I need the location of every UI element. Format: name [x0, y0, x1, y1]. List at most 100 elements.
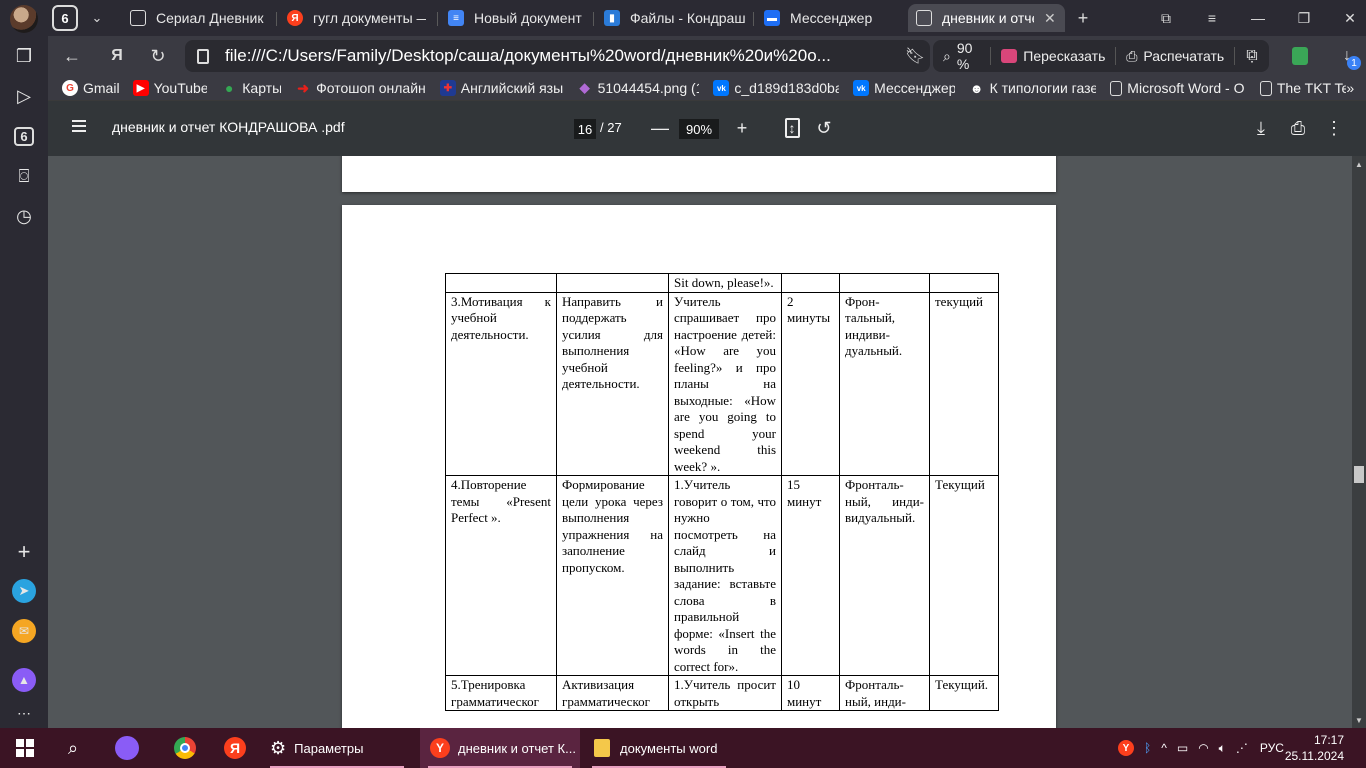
- network-icon[interactable]: ⋰: [1236, 741, 1248, 755]
- yandex-browser-icon[interactable]: Я: [220, 728, 250, 768]
- retell-button[interactable]: Пересказать: [991, 40, 1115, 72]
- add-panel-icon[interactable]: +: [8, 536, 40, 568]
- bookmark-photoshop[interactable]: ➜ Фотошоп онлайн: [295, 80, 426, 96]
- extension-icon[interactable]: [1286, 42, 1314, 70]
- tab-serial[interactable]: Сериал Дневники: [122, 4, 272, 32]
- yandex-logo-icon[interactable]: Я: [103, 42, 131, 70]
- google-docs-icon: ≡: [448, 10, 464, 26]
- clock[interactable]: 17:17 25.11.2024: [1285, 732, 1344, 764]
- more-icon[interactable]: ⋯: [8, 697, 40, 729]
- page-actions: ⌕ 90 % Пересказать ⎙ Распечатать ⋮: [933, 40, 1269, 72]
- close-tab-icon[interactable]: ✕: [1044, 10, 1056, 27]
- zoom-indicator[interactable]: ⌕ 90 %: [933, 40, 990, 72]
- bookmark-newspapers[interactable]: ☻ К типологии газет: [969, 80, 1097, 96]
- address-bar[interactable]: file:///C:/Users/Family/Desktop/саша/док…: [185, 40, 930, 72]
- menu-icon[interactable]: ≡: [1189, 0, 1235, 36]
- vertical-scrollbar[interactable]: ▲ ▼: [1352, 156, 1366, 728]
- alice-icon[interactable]: ▲: [8, 664, 40, 696]
- fit-page-icon[interactable]: ↕: [779, 115, 805, 141]
- bookmark-vk-file[interactable]: vk c_d189d183d0bad: [713, 80, 839, 96]
- rotate-icon[interactable]: ↺: [811, 115, 837, 141]
- downloads-icon[interactable]: ↓ 1: [1333, 42, 1361, 70]
- bookmark-icon[interactable]: 🔖︎: [900, 46, 930, 66]
- telegram-icon[interactable]: ➤: [8, 575, 40, 607]
- chrome-icon[interactable]: [170, 728, 200, 768]
- bookmark-youtube[interactable]: ▶ YouTube: [132, 80, 207, 96]
- tab-files[interactable]: ▮ Файлы - Кондраш: [596, 4, 756, 32]
- back-arrow-icon[interactable]: ←: [58, 42, 86, 70]
- bookmark-gmail[interactable]: G Gmail: [62, 80, 119, 96]
- mail-icon[interactable]: ✉: [8, 615, 40, 647]
- table-cell: Учитель спрашивает про настроение детей:…: [668, 291, 782, 476]
- tab-new-document[interactable]: ≡ Новый документ -: [440, 4, 590, 32]
- profile-avatar[interactable]: [10, 5, 38, 33]
- table-row: 5.Тренировка грамматическог Активизация …: [445, 675, 999, 711]
- new-tab-icon[interactable]: +: [1070, 5, 1096, 31]
- reload-icon[interactable]: ↻: [144, 42, 172, 70]
- tabs-overview-icon[interactable]: ⧉: [1143, 0, 1189, 36]
- printer-icon: ⎙: [1126, 47, 1138, 64]
- image-icon: ◆: [579, 80, 590, 95]
- bookmark-vk-messenger[interactable]: vk Мессенджер: [853, 80, 955, 96]
- bookmark-word[interactable]: Microsoft Word - О: [1110, 80, 1246, 96]
- restore-icon[interactable]: ❐: [1281, 0, 1327, 36]
- bookmark-maps[interactable]: ● Карты: [221, 80, 281, 96]
- history-icon[interactable]: ◷: [8, 200, 40, 232]
- language-indicator[interactable]: РУС: [1260, 741, 1284, 755]
- book-icon: ▮: [604, 10, 620, 26]
- start-button[interactable]: [10, 728, 40, 768]
- bookmark-png[interactable]: ◆51044454.png (130: [577, 80, 700, 96]
- zoom-input[interactable]: 90%: [679, 119, 719, 139]
- tab-count-icon[interactable]: 6: [8, 120, 40, 152]
- table-cell: 4.Повторение темы «Present Perfect ».: [445, 475, 557, 676]
- screenshot-icon[interactable]: ⌼: [8, 160, 40, 192]
- scroll-thumb[interactable]: [1354, 466, 1364, 483]
- close-window-icon[interactable]: ✕: [1327, 0, 1366, 36]
- minimize-icon[interactable]: —: [1235, 0, 1281, 36]
- bookmark-english[interactable]: ✚ Английский язык: [439, 80, 563, 96]
- address-bar-row: ← Я ↻ file:///C:/Users/Family/Desktop/са…: [48, 36, 1366, 76]
- tab-diary-report[interactable]: дневник и отчет ✕: [908, 4, 1065, 32]
- collections-bookmark-icon[interactable]: ⧉: [1238, 42, 1266, 70]
- table-cell: 5.Тренировка грамматическог: [445, 675, 557, 711]
- table-row: 3.Мотивация к учебной деятельности. Напр…: [445, 291, 999, 476]
- taskbar-explorer[interactable]: документы word: [584, 728, 734, 768]
- bluetooth-icon[interactable]: ᛒ: [1144, 741, 1151, 755]
- zoom-in-icon[interactable]: +: [729, 115, 755, 141]
- play-icon[interactable]: ▷: [8, 80, 40, 112]
- download-icon[interactable]: ⤓: [1248, 115, 1274, 141]
- document-icon: [1259, 80, 1272, 96]
- document-icon: [1110, 80, 1123, 96]
- page-number-input[interactable]: 16: [574, 119, 596, 139]
- bookmark-tkt[interactable]: The TKT Tea: [1259, 80, 1346, 96]
- alice-taskbar-icon[interactable]: [112, 728, 142, 768]
- hamburger-menu-icon[interactable]: [72, 120, 86, 134]
- tab-google-docs-search[interactable]: Я гугл документы —: [279, 4, 434, 32]
- tab-bar: 6 ⌄ Сериал Дневники Я гугл документы — ≡…: [48, 0, 1366, 36]
- taskbar-yandex-pdf[interactable]: Y дневник и отчет К...: [420, 728, 580, 768]
- url-text[interactable]: file:///C:/Users/Family/Desktop/саша/док…: [225, 46, 900, 66]
- gmail-icon: G: [62, 80, 78, 96]
- tab-list-chevron-icon[interactable]: ⌄: [84, 5, 110, 31]
- print-icon[interactable]: ⎙: [1285, 115, 1311, 141]
- scroll-down-arrow-icon[interactable]: ▼: [1355, 716, 1363, 725]
- scroll-up-arrow-icon[interactable]: ▲: [1355, 160, 1363, 169]
- collections-icon[interactable]: ❐: [8, 40, 40, 72]
- wifi-icon[interactable]: ◠: [1198, 741, 1208, 755]
- page-total: / 27: [600, 120, 622, 135]
- search-icon[interactable]: ⌕: [58, 728, 88, 768]
- taskbar-settings[interactable]: ⚙ Параметры: [262, 728, 412, 768]
- tab-messenger[interactable]: ▬ Мессенджер: [756, 4, 906, 32]
- print-button[interactable]: ⎙ Распечатать: [1116, 40, 1234, 72]
- more-options-icon[interactable]: ⋮: [1321, 115, 1347, 141]
- yandex-tray-icon[interactable]: Y: [1118, 740, 1134, 756]
- table-cell: 1.Учитель говорит о том, что нужно посмо…: [668, 475, 782, 676]
- table-row: Sit down, please!».: [445, 273, 999, 293]
- zoom-out-icon[interactable]: —: [647, 115, 673, 141]
- volume-icon[interactable]: 🔈︎: [1219, 741, 1226, 756]
- storage-icon[interactable]: ▭: [1177, 741, 1188, 755]
- pdf-viewer[interactable]: Sit down, please!». 3.Мотивация к учебно…: [48, 156, 1366, 728]
- more-bookmarks-icon[interactable]: »: [1346, 80, 1354, 96]
- tab-count[interactable]: 6: [52, 5, 78, 31]
- show-hidden-icon[interactable]: ^: [1161, 741, 1167, 755]
